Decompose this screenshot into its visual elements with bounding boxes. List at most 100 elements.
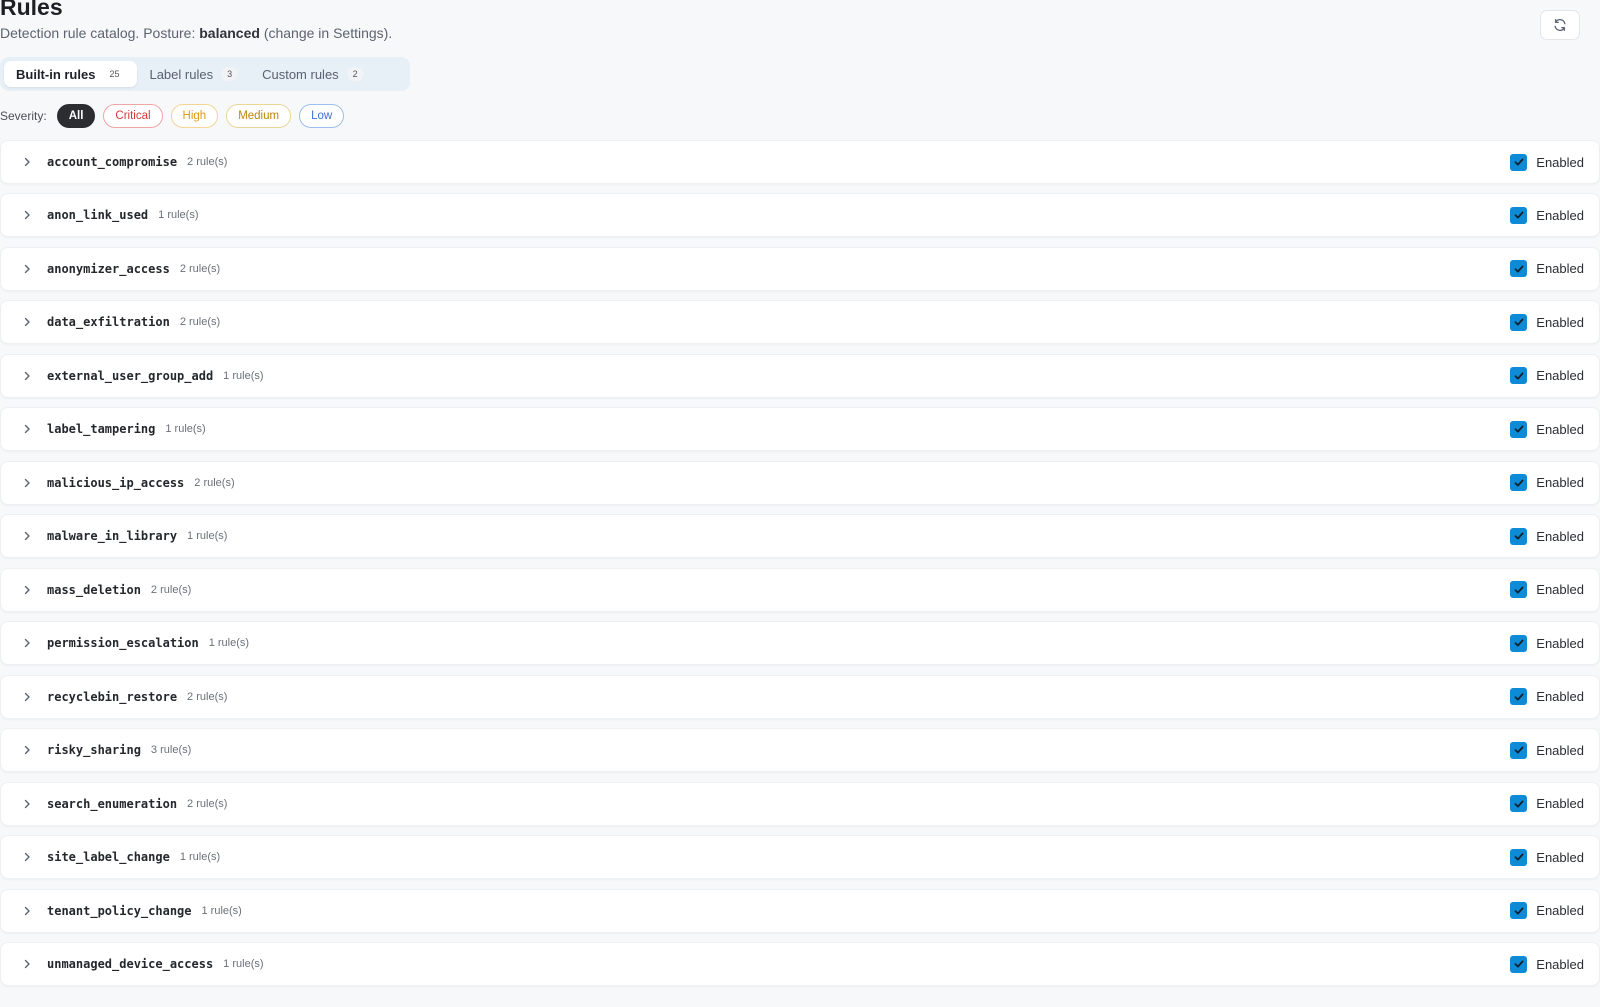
enabled-toggle[interactable]: Enabled	[1510, 634, 1584, 652]
check-icon	[1514, 800, 1524, 808]
enabled-toggle[interactable]: Enabled	[1510, 688, 1584, 706]
rule-group-row[interactable]: search_enumeration 2 rule(s) Enabled	[0, 781, 1600, 826]
rule-count: 2 rule(s)	[187, 690, 228, 703]
rule-group-row[interactable]: risky_sharing 3 rule(s) Enabled	[0, 728, 1600, 773]
enabled-checkbox[interactable]	[1510, 741, 1528, 759]
rule-group-row[interactable]: malicious_ip_access 2 rule(s) Enabled	[0, 460, 1600, 505]
enabled-checkbox[interactable]	[1510, 206, 1528, 224]
enabled-toggle[interactable]: Enabled	[1510, 474, 1584, 492]
enabled-checkbox[interactable]	[1510, 527, 1528, 545]
enabled-checkbox[interactable]	[1510, 367, 1528, 385]
rule-group-name: anon_link_used	[47, 208, 149, 223]
enabled-checkbox[interactable]	[1510, 474, 1528, 492]
tab-built-in-rules[interactable]: Built-in rules 25	[4, 61, 138, 87]
chevron-right-icon[interactable]	[19, 314, 35, 330]
chevron-right-icon[interactable]	[19, 796, 35, 812]
enabled-checkbox[interactable]	[1510, 313, 1528, 331]
chevron-right-icon[interactable]	[19, 956, 35, 972]
tab-label: Label rules	[149, 66, 214, 82]
chevron-right-icon[interactable]	[19, 689, 35, 705]
rule-group-row[interactable]: tenant_policy_change 1 rule(s) Enabled	[0, 888, 1600, 933]
chevron-right-icon[interactable]	[19, 475, 35, 491]
chevron-right-icon[interactable]	[19, 635, 35, 651]
tab-label-rules[interactable]: Label rules 3	[137, 61, 250, 87]
chevron-right-icon[interactable]	[19, 421, 35, 437]
enabled-toggle[interactable]: Enabled	[1510, 367, 1584, 385]
tab-custom-rules[interactable]: Custom rules 2	[250, 61, 376, 87]
chevron-right-icon[interactable]	[19, 154, 35, 170]
rule-group-row[interactable]: anonymizer_access 2 rule(s) Enabled	[0, 246, 1600, 291]
check-icon	[1514, 693, 1524, 701]
enabled-checkbox[interactable]	[1510, 848, 1528, 866]
tab-count-badge: 3	[221, 67, 239, 81]
tab-label: Custom rules	[262, 66, 339, 82]
enabled-toggle[interactable]: Enabled	[1510, 420, 1584, 438]
enabled-label: Enabled	[1536, 903, 1584, 919]
severity-chip-critical[interactable]: Critical	[103, 104, 163, 128]
enabled-toggle[interactable]: Enabled	[1510, 955, 1584, 973]
enabled-label: Enabled	[1536, 582, 1584, 598]
chevron-right-icon[interactable]	[19, 261, 35, 277]
rule-count: 2 rule(s)	[187, 797, 228, 810]
enabled-checkbox[interactable]	[1510, 581, 1528, 599]
enabled-checkbox[interactable]	[1510, 260, 1528, 278]
enabled-toggle[interactable]: Enabled	[1510, 795, 1584, 813]
enabled-label: Enabled	[1536, 368, 1584, 384]
tab-count-badge: 25	[109, 69, 120, 79]
rule-group-row[interactable]: external_user_group_add 1 rule(s) Enabled	[0, 353, 1600, 398]
rule-group-row[interactable]: recyclebin_restore 2 rule(s) Enabled	[0, 674, 1600, 719]
rule-count: 1 rule(s)	[223, 958, 264, 971]
rule-count: 2 rule(s)	[179, 316, 221, 329]
chevron-right-icon[interactable]	[19, 742, 35, 758]
rule-group-row[interactable]: unmanaged_device_access 1 rule(s) Enabled	[0, 942, 1600, 987]
chevron-right-icon[interactable]	[19, 368, 35, 384]
chevron-right-icon[interactable]	[19, 528, 35, 544]
rule-count: 1 rule(s)	[201, 904, 242, 917]
enabled-toggle[interactable]: Enabled	[1510, 902, 1584, 920]
rule-count: 1 rule(s)	[223, 369, 264, 382]
rule-group-name: malware_in_library	[47, 529, 178, 544]
refresh-button[interactable]	[1540, 10, 1580, 40]
enabled-toggle[interactable]: Enabled	[1510, 581, 1584, 599]
enabled-label: Enabled	[1536, 421, 1584, 437]
check-icon	[1514, 532, 1524, 540]
rule-group-row[interactable]: site_label_change 1 rule(s) Enabled	[0, 835, 1600, 880]
enabled-toggle[interactable]: Enabled	[1510, 741, 1584, 759]
check-icon	[1514, 907, 1524, 915]
rule-group-row[interactable]: malware_in_library 1 rule(s) Enabled	[0, 514, 1600, 559]
enabled-label: Enabled	[1536, 528, 1584, 544]
enabled-checkbox[interactable]	[1510, 688, 1528, 706]
rule-group-row[interactable]: account_compromise 2 rule(s) Enabled	[0, 140, 1600, 184]
rule-count: 2 rule(s)	[187, 156, 228, 168]
enabled-toggle[interactable]: Enabled	[1510, 848, 1584, 866]
chevron-right-icon[interactable]	[19, 207, 35, 223]
rule-group-row[interactable]: label_tampering 1 rule(s) Enabled	[0, 407, 1600, 452]
check-icon	[1514, 479, 1524, 487]
enabled-checkbox[interactable]	[1510, 955, 1528, 973]
enabled-toggle[interactable]: Enabled	[1510, 527, 1584, 545]
rule-group-row[interactable]: permission_escalation 1 rule(s) Enabled	[0, 621, 1600, 666]
severity-chip-all[interactable]: All	[56, 104, 96, 128]
enabled-checkbox[interactable]	[1510, 902, 1528, 920]
rule-group-row[interactable]: data_exfiltration 2 rule(s) Enabled	[0, 300, 1600, 345]
severity-chip-medium[interactable]: Medium	[226, 104, 292, 128]
chevron-right-icon[interactable]	[19, 903, 35, 919]
rule-count: 1 rule(s)	[179, 851, 221, 864]
severity-chip-low[interactable]: Low	[299, 104, 345, 128]
rule-group-row[interactable]: mass_deletion 2 rule(s) Enabled	[0, 567, 1600, 612]
rule-group-name: account_compromise	[47, 155, 178, 169]
enabled-toggle[interactable]: Enabled	[1510, 313, 1584, 331]
rule-group-row[interactable]: anon_link_used 1 rule(s) Enabled	[0, 193, 1600, 238]
chevron-right-icon[interactable]	[19, 849, 35, 865]
enabled-checkbox[interactable]	[1510, 153, 1528, 171]
enabled-checkbox[interactable]	[1510, 795, 1528, 813]
enabled-checkbox[interactable]	[1510, 634, 1528, 652]
enabled-toggle[interactable]: Enabled	[1510, 153, 1584, 171]
rule-count: 3 rule(s)	[150, 744, 192, 757]
enabled-toggle[interactable]: Enabled	[1510, 206, 1584, 224]
rule-count: 1 rule(s)	[187, 530, 228, 543]
chevron-right-icon[interactable]	[19, 582, 35, 598]
enabled-checkbox[interactable]	[1510, 420, 1528, 438]
severity-chip-high[interactable]: High	[170, 104, 219, 128]
enabled-toggle[interactable]: Enabled	[1510, 260, 1584, 278]
